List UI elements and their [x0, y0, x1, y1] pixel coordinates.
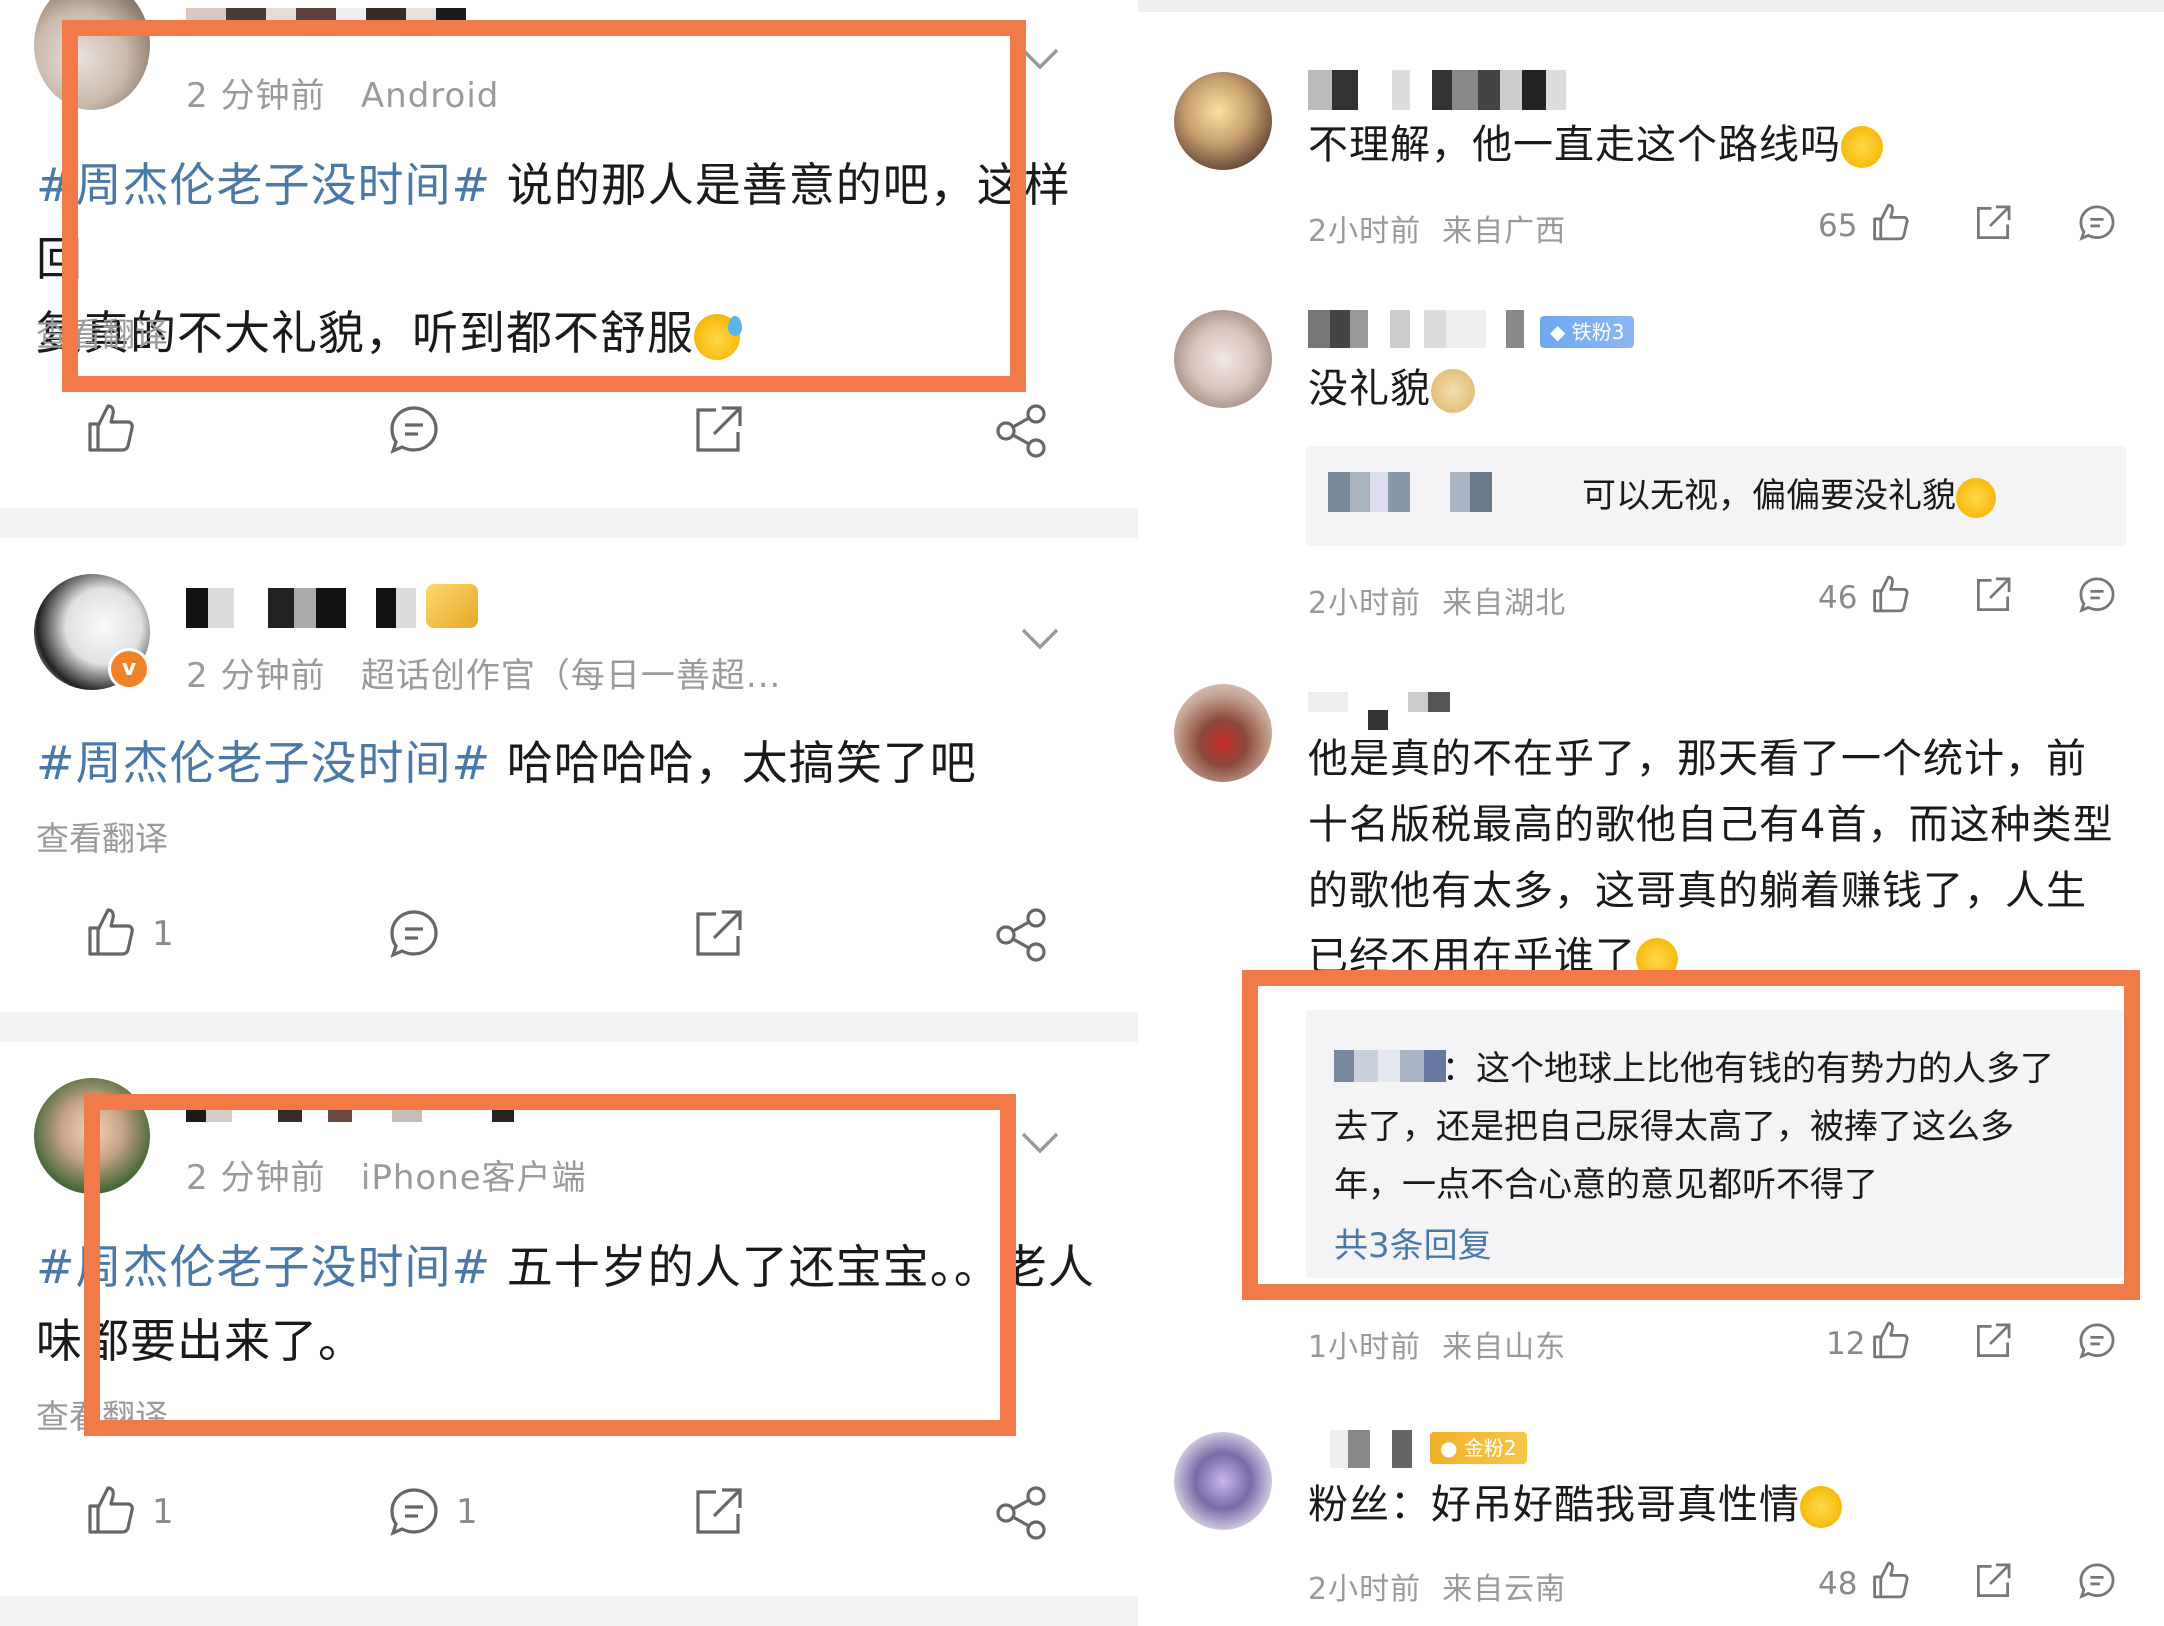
- reply-username-blurred[interactable]: [1328, 472, 1492, 512]
- comment-location: 来自云南: [1442, 1572, 1567, 1607]
- repost-icon[interactable]: [692, 404, 744, 456]
- heart-eyes-emoji-icon: [1800, 1486, 1842, 1528]
- share-icon[interactable]: [994, 908, 1048, 962]
- comment-time: 2小时前: [1308, 1572, 1422, 1607]
- repost-icon[interactable]: [692, 1486, 744, 1538]
- post-meta: 2 分钟前 超话创作官（每日一善超...: [186, 648, 781, 697]
- comment-meta: 2小时前 来自广西: [1308, 206, 1566, 250]
- username-blurred[interactable]: [1308, 310, 1524, 348]
- highlight-box: [62, 20, 1026, 392]
- chevron-down-icon[interactable]: [1020, 1130, 1060, 1160]
- column-divider: [1138, 0, 1144, 1626]
- doge-emoji-icon: [1431, 369, 1475, 413]
- username-blurred[interactable]: [186, 584, 478, 628]
- comment-icon[interactable]: [388, 1486, 440, 1538]
- fan-badge-label: 金粉2: [1463, 1436, 1517, 1460]
- like-count: 46: [1818, 580, 1858, 616]
- hashtag-link[interactable]: #周杰伦老子没时间#: [36, 736, 491, 790]
- reply-text: 可以无视，偏偏要没礼貌: [1582, 472, 1996, 520]
- flushed-emoji-icon: [1841, 126, 1883, 168]
- post-divider: [0, 1596, 1138, 1626]
- comment-count: 1: [456, 1492, 478, 1532]
- comment-text-content: 没礼貌: [1308, 366, 1431, 412]
- post-divider: [0, 508, 1138, 538]
- share-icon[interactable]: [994, 1486, 1048, 1540]
- avatar[interactable]: [1174, 1432, 1272, 1530]
- like-icon[interactable]: [1870, 1320, 1910, 1360]
- comment-location: 来自湖北: [1442, 586, 1567, 621]
- highlight-box: [84, 1094, 1016, 1436]
- like-icon[interactable]: [1870, 202, 1910, 242]
- chevron-down-icon[interactable]: [1020, 626, 1060, 656]
- comment-meta: 2小时前 来自云南: [1308, 1564, 1566, 1608]
- username-blurred[interactable]: [1308, 692, 1450, 712]
- like-count: 12: [1826, 1326, 1866, 1362]
- comment-text-content: 不理解，他一直走这个路线吗: [1308, 122, 1841, 168]
- comment-icon[interactable]: [2078, 576, 2116, 614]
- fan-badge: ◆ 铁粉3: [1540, 316, 1635, 348]
- comment-icon[interactable]: [388, 404, 440, 456]
- repost-icon[interactable]: [1974, 204, 2012, 242]
- share-icon[interactable]: [994, 404, 1048, 458]
- translate-link[interactable]: 查看翻译: [36, 812, 168, 860]
- like-count: 1: [152, 1492, 174, 1532]
- like-count: 48: [1818, 1566, 1858, 1602]
- repost-icon[interactable]: [1974, 1562, 2012, 1600]
- comment-location: 来自山东: [1442, 1330, 1567, 1365]
- like-icon[interactable]: [1870, 574, 1910, 614]
- repost-icon[interactable]: [1974, 576, 2012, 614]
- comment-icon[interactable]: [2078, 1562, 2116, 1600]
- reply-text-content: 可以无视，偏偏要没礼貌: [1582, 476, 1956, 516]
- top-divider: [1138, 0, 2164, 12]
- post-source: 超话创作官（每日一善超...: [360, 656, 782, 696]
- like-icon[interactable]: [1870, 1560, 1910, 1600]
- avatar[interactable]: [1174, 684, 1272, 782]
- repost-icon[interactable]: [692, 908, 744, 960]
- comment-icon[interactable]: [2078, 1322, 2116, 1360]
- comment-text-content: 粉丝：好吊好酷我哥真性情: [1308, 1482, 1800, 1528]
- laugh-cry-emoji-icon: [1956, 477, 1996, 518]
- post-divider: [0, 1012, 1138, 1042]
- like-icon[interactable]: [84, 402, 136, 454]
- comment-text: 他是真的不在乎了，那天看了一个统计，前 十名版税最高的歌他自己有4首，而这种类型…: [1308, 726, 2113, 990]
- post-content: #周杰伦老子没时间# 哈哈哈哈，太搞笑了吧: [36, 726, 1096, 800]
- comment-text-line: 十名版税最高的歌他自己有4首，而这种类型: [1308, 802, 2114, 848]
- comment-text: 粉丝：好吊好酷我哥真性情: [1308, 1472, 1842, 1538]
- comment-time: 1小时前: [1308, 1330, 1422, 1365]
- post-text-line: 哈哈哈哈，太搞笑了吧: [491, 736, 977, 790]
- post-time: 2 分钟前: [186, 656, 326, 696]
- comment-text: 不理解，他一直走这个路线吗: [1308, 112, 1883, 178]
- comment-location: 来自广西: [1442, 214, 1567, 249]
- fan-badge: ● 金粉2: [1430, 1432, 1527, 1464]
- comment-meta: 1小时前 来自山东: [1308, 1322, 1566, 1366]
- reply-preview[interactable]: 可以无视，偏偏要没礼貌: [1306, 446, 2126, 546]
- comment-text-line: 的歌他有太多，这哥真的躺着赚钱了，人生: [1308, 868, 2087, 914]
- comment-text: 没礼貌: [1308, 356, 1475, 422]
- verified-icon: v: [108, 648, 150, 690]
- chevron-down-icon[interactable]: [1020, 46, 1060, 76]
- like-icon[interactable]: [84, 1484, 136, 1536]
- comment-icon[interactable]: [388, 908, 440, 960]
- like-icon[interactable]: [84, 906, 136, 958]
- like-count: 65: [1818, 208, 1858, 244]
- comment-text-line: 他是真的不在乎了，那天看了一个统计，前: [1308, 736, 2087, 782]
- avatar[interactable]: [1174, 72, 1272, 170]
- fan-badge-label: 铁粉3: [1571, 320, 1625, 344]
- username-blurred[interactable]: [1308, 70, 1566, 110]
- highlight-box: [1242, 970, 2140, 1300]
- username-blurred[interactable]: [1330, 1430, 1412, 1468]
- like-count: 1: [152, 914, 174, 954]
- comment-time: 2小时前: [1308, 586, 1422, 621]
- repost-icon[interactable]: [1974, 1322, 2012, 1360]
- comment-icon[interactable]: [2078, 204, 2116, 242]
- crown-badge-icon: [426, 584, 478, 628]
- comment-meta: 2小时前 来自湖北: [1308, 578, 1566, 622]
- avatar[interactable]: [1174, 310, 1272, 408]
- comment-time: 2小时前: [1308, 214, 1422, 249]
